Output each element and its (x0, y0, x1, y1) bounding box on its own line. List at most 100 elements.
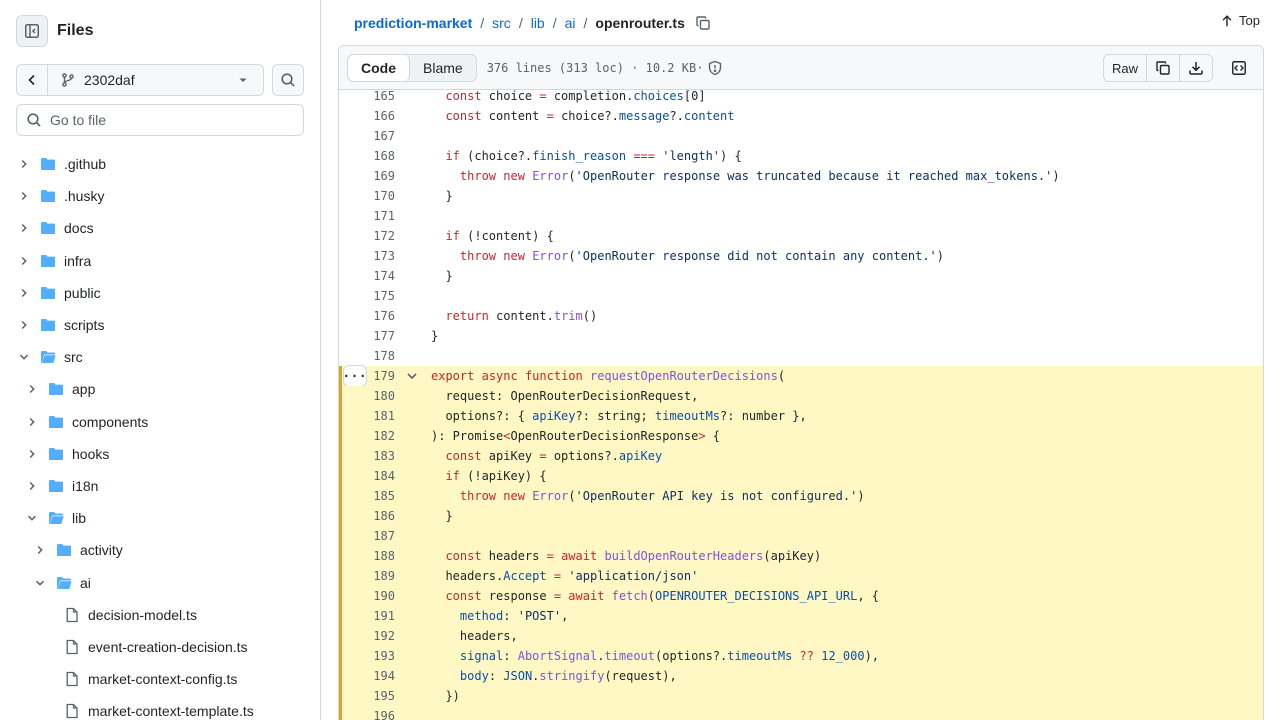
tab-blame[interactable]: Blame (410, 55, 476, 81)
chevron-right-icon[interactable] (24, 381, 40, 397)
line-number[interactable]: 176 (347, 309, 395, 323)
line-number[interactable]: 191 (347, 609, 395, 623)
line-number[interactable]: 168 (347, 149, 395, 163)
tab-code[interactable]: Code (348, 54, 410, 81)
chevron-right-icon[interactable] (16, 188, 32, 204)
line-number[interactable]: 184 (347, 469, 395, 483)
chevron-right-icon[interactable] (16, 220, 32, 236)
chevron-right-icon[interactable] (16, 253, 32, 269)
line-number[interactable]: 170 (347, 189, 395, 203)
go-to-file-input[interactable] (50, 112, 290, 128)
tree-folder-item[interactable]: lib (0, 502, 320, 534)
line-number[interactable]: 188 (347, 549, 395, 563)
tree-folder-item[interactable]: scripts (0, 309, 320, 341)
code-line-text: headers, (431, 629, 518, 643)
tree-folder-item[interactable]: src (0, 341, 320, 373)
code-line: 188 const headers = await buildOpenRoute… (339, 546, 1263, 566)
code-line: 193 signal: AbortSignal.timeout(options?… (339, 646, 1263, 666)
line-number[interactable]: 195 (347, 689, 395, 703)
tree-file-item[interactable]: decision-model.ts (0, 599, 320, 631)
collapse-sidebar-button[interactable] (16, 15, 48, 47)
go-to-file-field[interactable] (16, 104, 304, 136)
line-number[interactable]: 178 (347, 349, 395, 363)
line-number[interactable]: 165 (347, 89, 395, 103)
copy-path-button[interactable] (695, 15, 711, 31)
search-button[interactable] (272, 64, 304, 96)
chevron-right-icon[interactable] (16, 156, 32, 172)
raw-button[interactable]: Raw (1104, 55, 1147, 81)
caret-down-icon (239, 78, 247, 82)
tree-item-label: app (72, 381, 96, 398)
line-number[interactable]: 187 (347, 529, 395, 543)
tree-folder-item[interactable]: public (0, 277, 320, 309)
tree-file-item[interactable]: market-context-config.ts (0, 663, 320, 695)
highlight-bar (339, 686, 342, 706)
line-number[interactable]: 169 (347, 169, 395, 183)
tree-folder-item[interactable]: components (0, 406, 320, 438)
line-number[interactable]: 166 (347, 109, 395, 123)
chevron-right-icon[interactable] (24, 414, 40, 430)
line-number[interactable]: 194 (347, 669, 395, 683)
tree-folder-item[interactable]: activity (0, 534, 320, 566)
line-number[interactable]: 196 (347, 709, 395, 720)
line-number[interactable]: 180 (347, 389, 395, 403)
tree-folder-item[interactable]: hooks (0, 438, 320, 470)
line-number[interactable]: 173 (347, 249, 395, 263)
line-number[interactable]: 192 (347, 629, 395, 643)
branch-selector[interactable]: 2302daf (16, 64, 265, 96)
code-line-text: if (choice?.finish_reason === 'length') … (445, 149, 742, 163)
tree-file-item[interactable]: event-creation-decision.ts (0, 631, 320, 663)
chevron-down-icon[interactable] (24, 510, 40, 526)
highlight-bar (339, 366, 342, 386)
chevron-right-icon[interactable] (16, 317, 32, 333)
tree-folder-item[interactable]: infra (0, 245, 320, 277)
chevron-down-icon[interactable] (32, 575, 48, 591)
breadcrumb-link-src[interactable]: src (492, 15, 511, 31)
tree-folder-item[interactable]: i18n (0, 470, 320, 502)
chevron-right-icon[interactable] (24, 446, 40, 462)
breadcrumb-link-lib[interactable]: lib (531, 15, 545, 31)
line-number[interactable]: 177 (347, 329, 395, 343)
line-number[interactable]: 172 (347, 229, 395, 243)
code-line: 181 options?: { apiKey?: string; timeout… (339, 406, 1263, 426)
code-square-icon (1232, 61, 1246, 75)
tree-item-label: public (64, 284, 101, 301)
line-number[interactable]: 181 (347, 409, 395, 423)
fold-chevron-icon[interactable] (405, 369, 419, 386)
line-number[interactable]: 182 (347, 429, 395, 443)
breadcrumb-link-ai[interactable]: ai (565, 15, 576, 31)
line-number[interactable]: 174 (347, 269, 395, 283)
code-line-text: signal: AbortSignal.timeout(options?.tim… (459, 649, 880, 663)
download-button[interactable] (1180, 55, 1212, 81)
line-number[interactable]: 193 (347, 649, 395, 663)
chevron-right-icon[interactable] (16, 285, 32, 301)
back-button[interactable] (17, 65, 48, 95)
tree-file-item[interactable]: market-context-template.ts (0, 695, 320, 720)
chevron-down-icon[interactable] (16, 349, 32, 365)
chevron-right-icon[interactable] (24, 478, 40, 494)
back-to-top-button[interactable]: Top (1220, 13, 1260, 28)
tree-folder-item[interactable]: docs (0, 212, 320, 244)
line-number[interactable]: 183 (347, 449, 395, 463)
tree-folder-item[interactable]: app (0, 373, 320, 405)
copy-raw-button[interactable] (1147, 55, 1180, 81)
code-line: 171 (339, 206, 1263, 226)
line-number[interactable]: 189 (347, 569, 395, 583)
breadcrumb-repo-link[interactable]: prediction-market (354, 15, 472, 31)
tree-folder-item[interactable]: .husky (0, 180, 320, 212)
line-number[interactable]: 167 (347, 129, 395, 143)
line-number[interactable]: 190 (347, 589, 395, 603)
line-number[interactable]: 186 (347, 509, 395, 523)
branch-name[interactable]: 2302daf (60, 72, 237, 88)
tree-folder-item[interactable]: ai (0, 567, 320, 599)
line-number[interactable]: 179 (347, 369, 395, 383)
chevron-right-icon[interactable] (32, 542, 48, 558)
line-number[interactable]: 185 (347, 489, 395, 503)
line-number[interactable]: 171 (347, 209, 395, 223)
tree-folder-item[interactable]: .github (0, 148, 320, 180)
code-security-button[interactable] (707, 60, 723, 76)
symbols-panel-button[interactable] (1225, 54, 1253, 82)
file-header: Code Blame 376 lines (313 loc) · 10.2 KB… (339, 46, 1263, 90)
folder-icon (48, 414, 64, 430)
line-number[interactable]: 175 (347, 289, 395, 303)
